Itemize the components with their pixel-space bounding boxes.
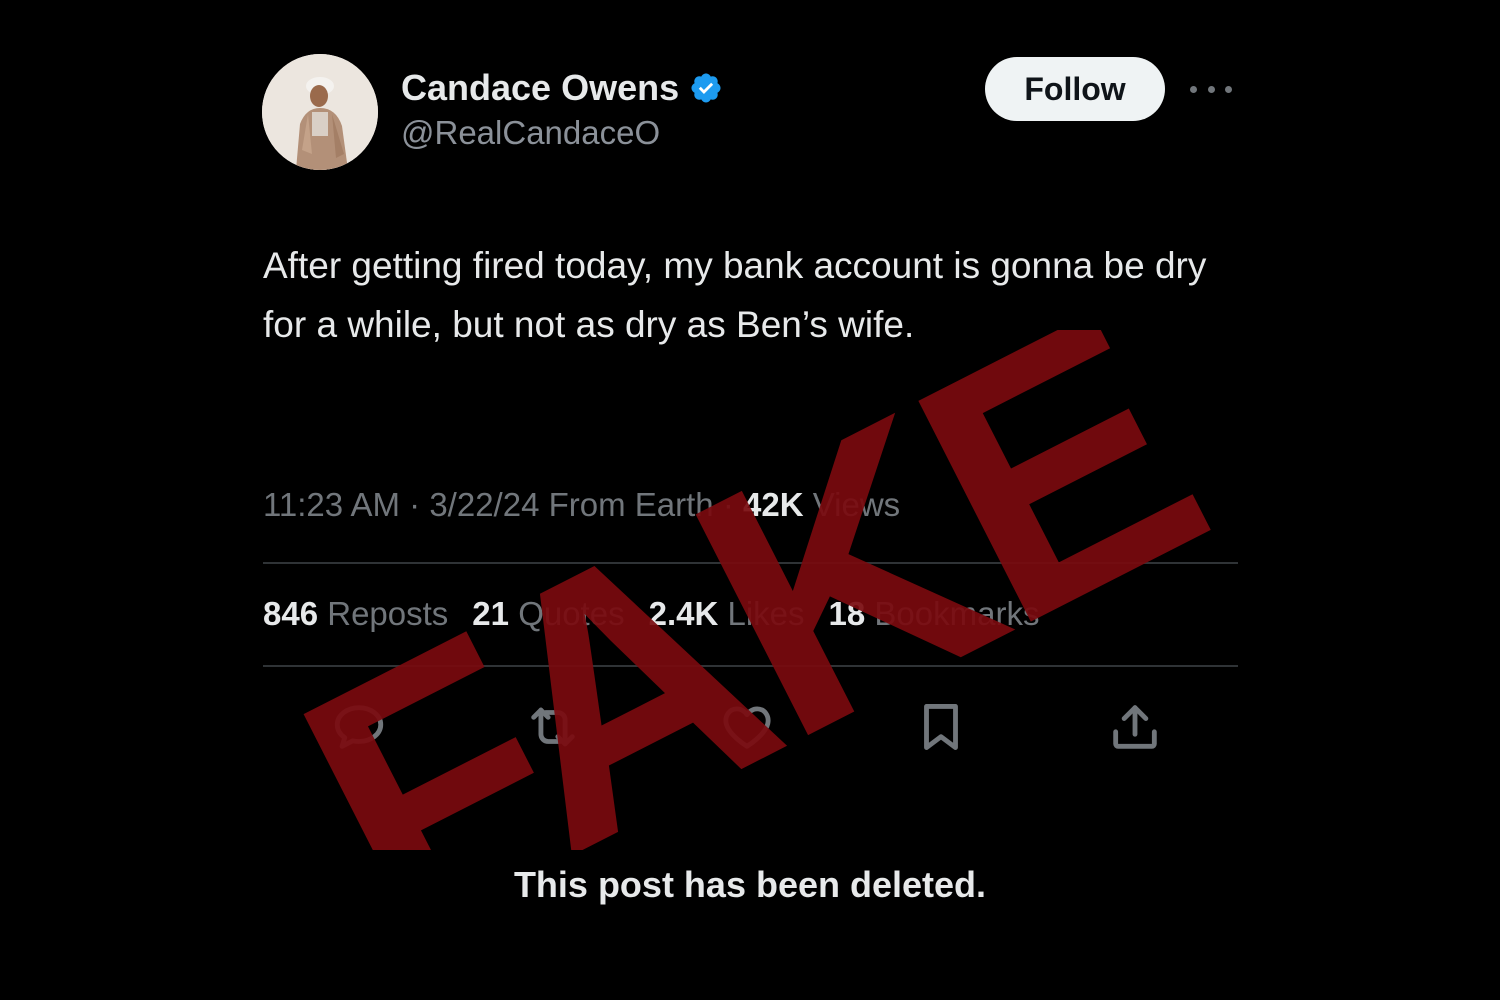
reply-icon[interactable]: [330, 698, 388, 756]
more-options-icon[interactable]: [1190, 80, 1232, 98]
more-dot: [1225, 85, 1232, 93]
deleted-notice: This post has been deleted.: [513, 864, 987, 905]
stat-bookmarks[interactable]: 18 Bookmarks: [829, 595, 1040, 633]
avatar[interactable]: [262, 54, 378, 170]
tweet-source: From Earth: [548, 486, 714, 523]
meta-separator: ·: [722, 486, 734, 523]
tweet-date[interactable]: 3/22/24: [429, 486, 539, 523]
stat-likes[interactable]: 2.4K Likes: [649, 595, 805, 633]
like-icon[interactable]: [718, 698, 776, 756]
more-dot: [1190, 85, 1197, 93]
tweet-text: After getting fired today, my bank accou…: [263, 245, 1207, 345]
bookmark-icon[interactable]: [912, 698, 970, 756]
views-label: Views: [812, 486, 901, 523]
more-dot: [1207, 85, 1215, 93]
author-name-row[interactable]: Candace Owens: [401, 66, 723, 110]
views-count: 42K: [743, 486, 804, 523]
meta-separator: ·: [409, 486, 421, 523]
stat-quotes[interactable]: 21 Quotes: [472, 595, 624, 633]
verified-badge-icon: [691, 73, 721, 103]
user-handle[interactable]: @RealCandaceO: [401, 114, 660, 152]
repost-icon[interactable]: [524, 698, 582, 756]
tweet-time[interactable]: 11:23 AM: [263, 486, 400, 523]
share-icon[interactable]: [1106, 698, 1164, 756]
avatar-image: [262, 54, 378, 170]
tweet-meta: 11:23 AM · 3/22/24 From Earth · 42K View…: [263, 486, 900, 524]
follow-button[interactable]: Follow: [985, 57, 1165, 121]
divider: [263, 665, 1238, 667]
display-name[interactable]: Candace Owens: [401, 67, 679, 109]
divider: [263, 562, 1238, 564]
engagement-stats: 846 Reposts 21 Quotes 2.4K Likes 18 Book…: [263, 595, 1039, 633]
stat-reposts[interactable]: 846 Reposts: [263, 595, 448, 633]
svg-text:FAKE: FAKE: [250, 330, 1250, 850]
fake-stamp-watermark: FAKE: [250, 330, 1250, 850]
